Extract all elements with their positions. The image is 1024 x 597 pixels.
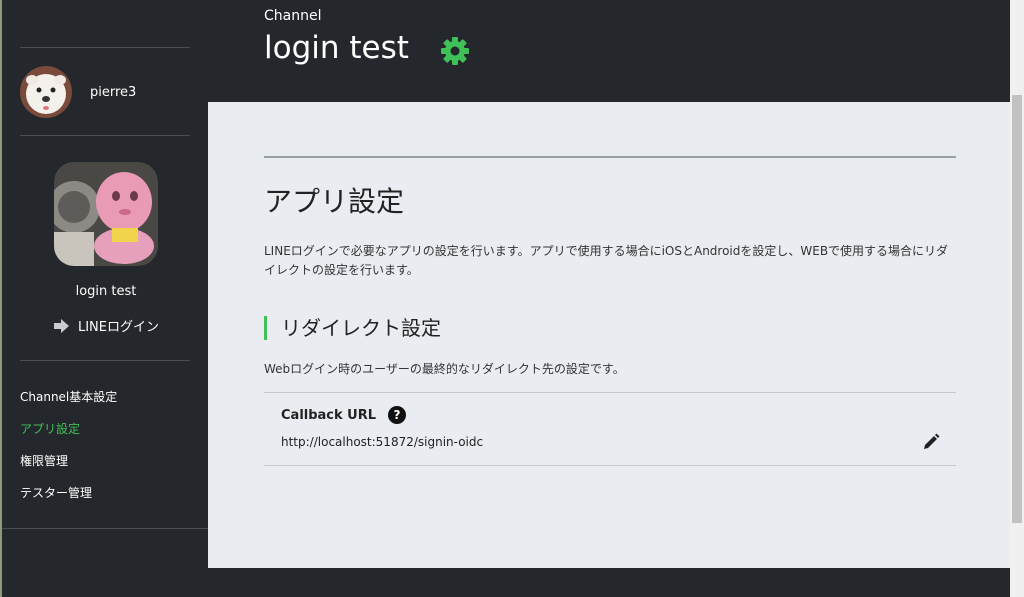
nav-item-testers[interactable]: テスター管理 [20, 484, 117, 516]
page-title: login test [264, 30, 409, 66]
sidebar-nav: Channel基本設定 アプリ設定 権限管理 テスター管理 [20, 388, 117, 516]
pencil-icon[interactable] [922, 433, 940, 455]
user-profile[interactable]: pierre3 [20, 66, 136, 118]
section-description: LINEログインで必要なアプリの設定を行います。アプリで使用する場合にiOSとA… [264, 244, 949, 277]
header-eyebrow: Channel [264, 8, 322, 24]
sidebar-divider [20, 135, 190, 136]
nav-item-permissions[interactable]: 権限管理 [20, 452, 117, 484]
question-circle-icon[interactable]: ? [388, 406, 407, 424]
channel-type-label: LINEログイン [77, 320, 159, 335]
channel-icon [54, 162, 158, 266]
page-footer [208, 568, 1010, 597]
channel-type: LINEログイン [2, 316, 210, 335]
user-name: pierre3 [90, 84, 137, 100]
main-content: アプリ設定 LINEログインで必要なアプリの設定を行います。アプリで使用する場合… [208, 102, 1010, 568]
gear-icon[interactable] [440, 36, 470, 70]
field-value: http://localhost:51872/signin-oidc [281, 435, 484, 449]
avatar [20, 66, 72, 118]
field-label: Callback URL [281, 407, 377, 423]
nav-item-app-settings[interactable]: アプリ設定 [20, 420, 117, 452]
channel-name: login test [75, 284, 137, 299]
content-divider [264, 156, 956, 158]
subsection-heading: リダイレクト設定 [264, 316, 441, 340]
sidebar: pierre3 login test LINEログイン Channel基本設定 … [0, 0, 208, 597]
callback-url-field: Callback URL ? http://localhost:51872/si… [264, 392, 956, 466]
nav-item-channel-basic[interactable]: Channel基本設定 [20, 388, 117, 420]
sidebar-divider [20, 360, 190, 361]
sidebar-divider [20, 47, 190, 48]
subsection-description: Webログイン時のユーザーの最終的なリダイレクト先の設定です。 [264, 362, 625, 376]
page-header: Channel login test [208, 0, 1010, 102]
section-heading: アプリ設定 [264, 185, 405, 218]
scrollbar-thumb[interactable] [1012, 95, 1022, 523]
field-label-row: Callback URL ? [281, 406, 407, 424]
arrow-right-icon [53, 318, 70, 333]
scrollbar[interactable] [1010, 0, 1024, 597]
sidebar-divider [2, 528, 208, 529]
